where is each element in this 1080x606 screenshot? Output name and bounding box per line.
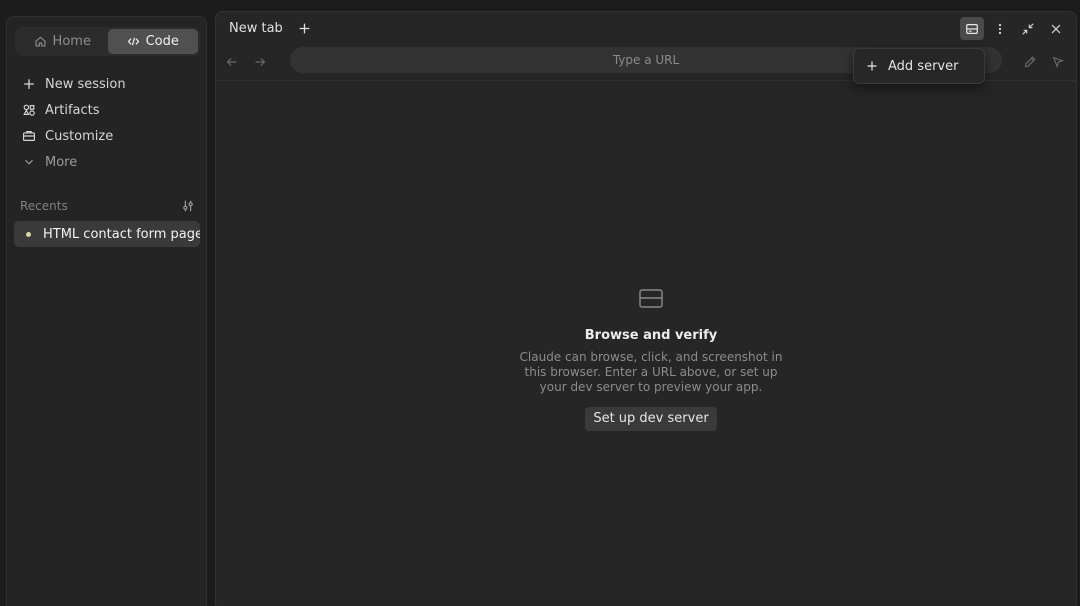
sidebar-item-label: More	[45, 154, 78, 170]
empty-state-description: Claude can browse, click, and screenshot…	[519, 350, 783, 394]
setup-dev-server-button[interactable]: Set up dev server	[585, 407, 717, 431]
annotate-button[interactable]	[1020, 52, 1040, 72]
sidebar-item-label: Artifacts	[45, 102, 100, 118]
server-icon	[966, 23, 978, 34]
mode-switcher: Home Code	[15, 27, 200, 56]
sidebar-item-label: New session	[45, 76, 126, 92]
empty-state: Browse and verify Claude can browse, cli…	[511, 288, 791, 431]
back-button[interactable]	[222, 52, 242, 72]
code-tab[interactable]: Code	[107, 29, 198, 54]
add-server-label: Add server	[888, 58, 959, 74]
window-controls	[960, 17, 1068, 40]
new-tab-button[interactable]	[295, 19, 313, 37]
sidebar-item-label: Customize	[45, 128, 114, 144]
cursor-icon	[1052, 56, 1065, 69]
session-status-dot	[26, 231, 31, 237]
briefcase-icon	[23, 131, 35, 141]
collapse-icon	[1022, 22, 1034, 35]
select-element-button[interactable]	[1048, 52, 1068, 72]
sidebar-nav: New session Artifacts Customize More	[15, 71, 200, 175]
plus-icon	[24, 79, 34, 89]
close-icon	[1051, 24, 1061, 33]
plus-icon	[867, 61, 877, 71]
pencil-icon	[1025, 56, 1036, 67]
more-vertical-icon	[998, 23, 1002, 34]
sidebar-item-more[interactable]: More	[15, 149, 200, 175]
home-tab-label: Home	[52, 34, 91, 49]
home-icon	[35, 36, 46, 47]
empty-state-title: Browse and verify	[584, 328, 718, 343]
forward-button[interactable]	[250, 52, 270, 72]
minimize-panel-button[interactable]	[1016, 17, 1040, 40]
recents-header: Recents	[20, 199, 195, 213]
sidebar-item-new-session[interactable]: New session	[15, 71, 200, 97]
code-icon	[127, 37, 139, 46]
sidebar: Home Code New session Artifacts Customiz…	[6, 16, 207, 606]
add-server-menu-item[interactable]: Add server	[853, 48, 985, 84]
plus-icon	[299, 23, 309, 33]
arrow-right-icon	[255, 58, 266, 66]
chevron-down-icon	[25, 159, 33, 165]
sidebar-item-artifacts[interactable]: Artifacts	[15, 97, 200, 123]
close-panel-button[interactable]	[1044, 17, 1068, 40]
recents-label: Recents	[20, 199, 68, 213]
code-tab-label: Code	[145, 34, 179, 49]
recent-session-item[interactable]: HTML contact form page	[14, 221, 200, 247]
home-tab[interactable]: Home	[17, 29, 108, 54]
artifacts-icon	[23, 104, 35, 116]
sidebar-item-customize[interactable]: Customize	[15, 123, 200, 149]
arrow-left-icon	[226, 58, 237, 66]
app-window: Home Code New session Artifacts Customiz…	[0, 0, 1080, 606]
recent-session-label: HTML contact form page	[43, 226, 200, 242]
tab-new-tab[interactable]: New tab	[229, 21, 283, 36]
server-panel-button[interactable]	[960, 17, 984, 40]
tab-bar: New tab	[216, 12, 1076, 46]
more-options-button[interactable]	[988, 17, 1012, 40]
browser-panel: New tab Type a URL Browse and verify Cla…	[215, 11, 1077, 606]
filter-icon[interactable]	[181, 199, 195, 213]
browser-icon	[639, 289, 663, 308]
